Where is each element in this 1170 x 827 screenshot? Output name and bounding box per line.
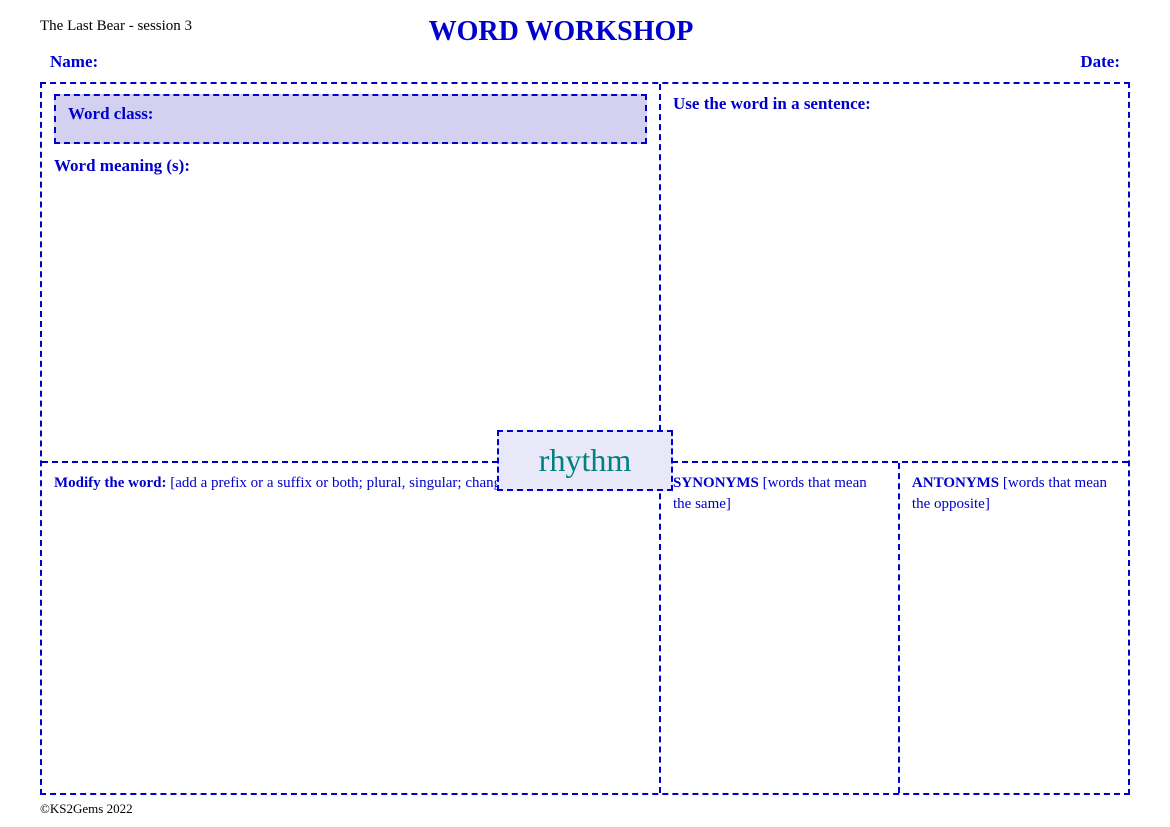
featured-word: rhythm xyxy=(539,442,631,478)
word-display-area: rhythm xyxy=(42,430,1128,491)
use-word-label: Use the word in a sentence: xyxy=(673,94,1116,114)
copyright: ©KS2Gems 2022 xyxy=(40,801,133,816)
modify-panel: Modify the word: [add a prefix or a suff… xyxy=(42,463,661,793)
session-label: The Last Bear - session 3 xyxy=(40,18,192,35)
antonyms-panel: ANTONYMS [words that mean the opposite] xyxy=(900,463,1128,793)
word-class-box[interactable]: Word class: xyxy=(54,94,647,144)
main-title: WORD WORKSHOP xyxy=(192,16,930,48)
left-panel: Word class: Word meaning (s): xyxy=(42,84,661,461)
word-meaning-label: Word meaning (s): xyxy=(54,156,647,176)
right-panel: Use the word in a sentence: xyxy=(661,84,1128,461)
word-box: rhythm xyxy=(497,430,673,491)
footer: ©KS2Gems 2022 xyxy=(40,801,1130,817)
bottom-section: Modify the word: [add a prefix or a suff… xyxy=(42,463,1128,793)
name-date-row: Name: Date: xyxy=(40,52,1130,72)
top-bar: The Last Bear - session 3 WORD WORKSHOP xyxy=(40,18,1130,48)
synonyms-panel: SYNONYMS [words that mean the same] xyxy=(661,463,900,793)
top-section: Word class: Word meaning (s): Use the wo… xyxy=(42,84,1128,463)
page: The Last Bear - session 3 WORD WORKSHOP … xyxy=(0,0,1170,827)
date-label: Date: xyxy=(1080,52,1120,72)
word-class-label: Word class: xyxy=(68,104,153,123)
name-label: Name: xyxy=(50,52,98,72)
worksheet: Word class: Word meaning (s): Use the wo… xyxy=(40,82,1130,795)
